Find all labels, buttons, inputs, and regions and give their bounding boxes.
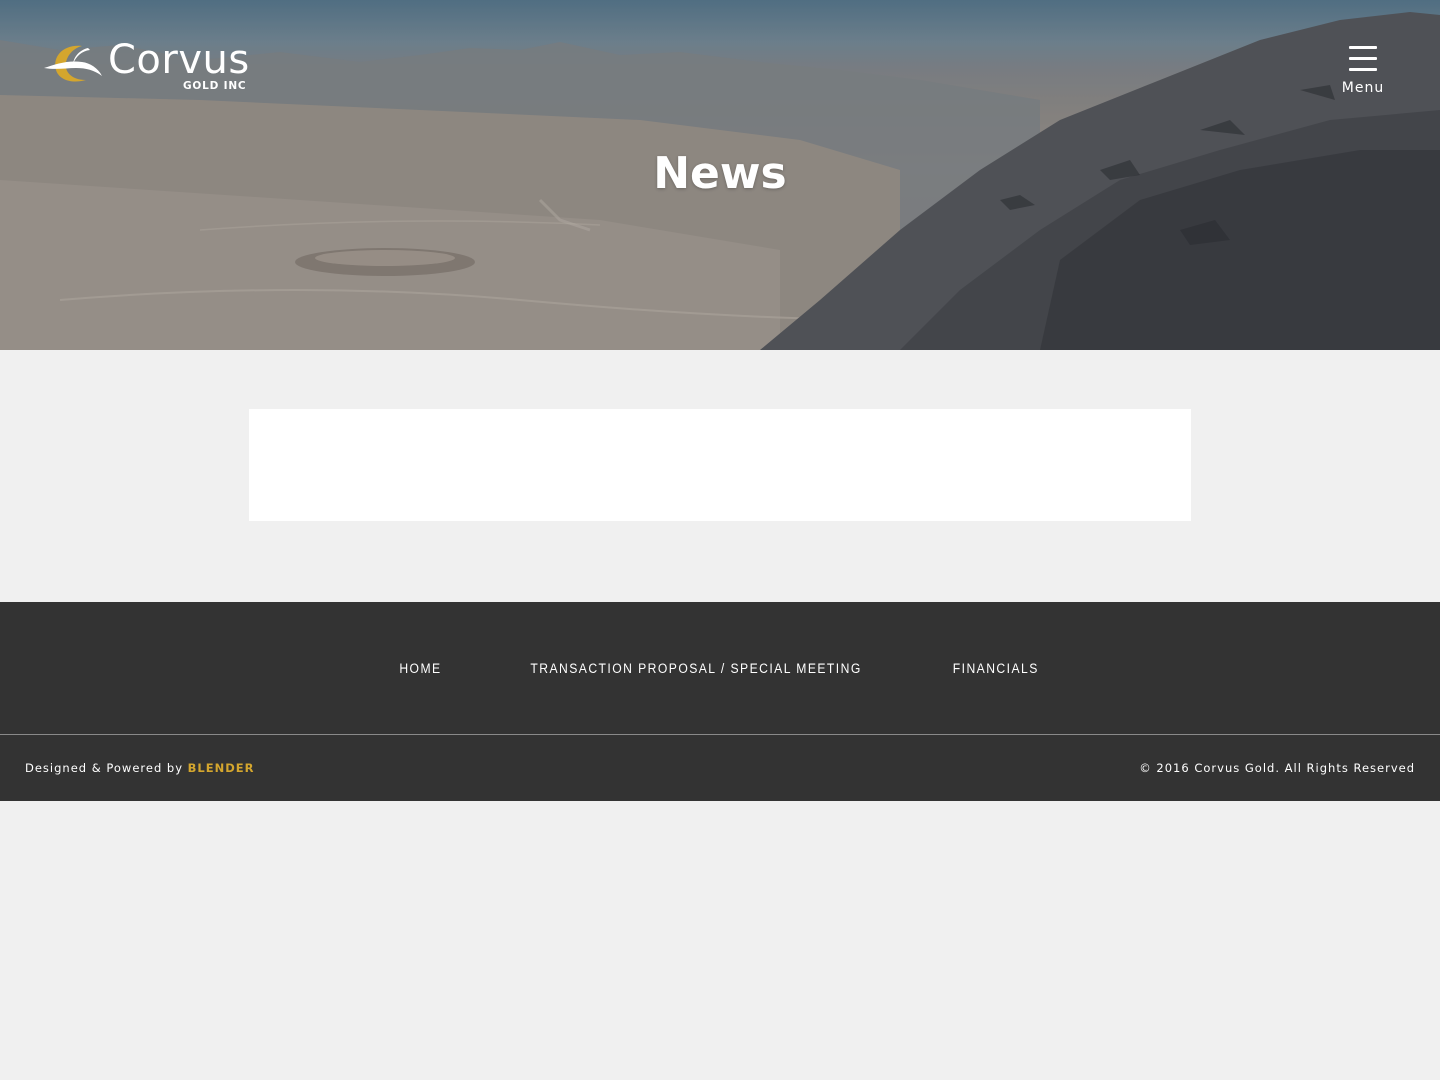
hero-banner: Corvus GOLD INC Menu News — [0, 0, 1440, 350]
menu-label: Menu — [1341, 80, 1385, 96]
page-title: News — [653, 148, 787, 199]
site-footer: HOME TRANSACTION PROPOSAL / SPECIAL MEET… — [0, 602, 1440, 801]
main-content — [0, 350, 1440, 602]
footer-nav-home[interactable]: HOME — [399, 661, 441, 676]
blender-link[interactable]: BLENDER — [188, 761, 255, 775]
menu-button[interactable]: Menu — [1336, 44, 1390, 100]
hamburger-icon — [1349, 46, 1377, 72]
footer-nav-transaction-proposal[interactable]: TRANSACTION PROPOSAL / SPECIAL MEETING — [530, 661, 861, 676]
footer-nav-financials[interactable]: FINANCIALS — [953, 661, 1039, 676]
crescent-bird-logo-icon — [44, 45, 102, 82]
footer-bottom-bar: Designed & Powered by BLENDER © 2016 Cor… — [0, 735, 1440, 801]
copyright-text: © 2016 Corvus Gold. All Rights Reserved — [1139, 761, 1415, 775]
logo-wordmark: Corvus — [108, 37, 250, 83]
footer-nav: HOME TRANSACTION PROPOSAL / SPECIAL MEET… — [0, 602, 1440, 735]
news-content-card — [249, 409, 1191, 521]
credit-prefix: Designed & Powered by — [25, 761, 184, 775]
designer-credit: Designed & Powered by BLENDER — [25, 761, 255, 775]
corvus-logo[interactable]: Corvus GOLD INC — [42, 38, 252, 94]
logo-subtitle: GOLD INC — [183, 80, 247, 92]
